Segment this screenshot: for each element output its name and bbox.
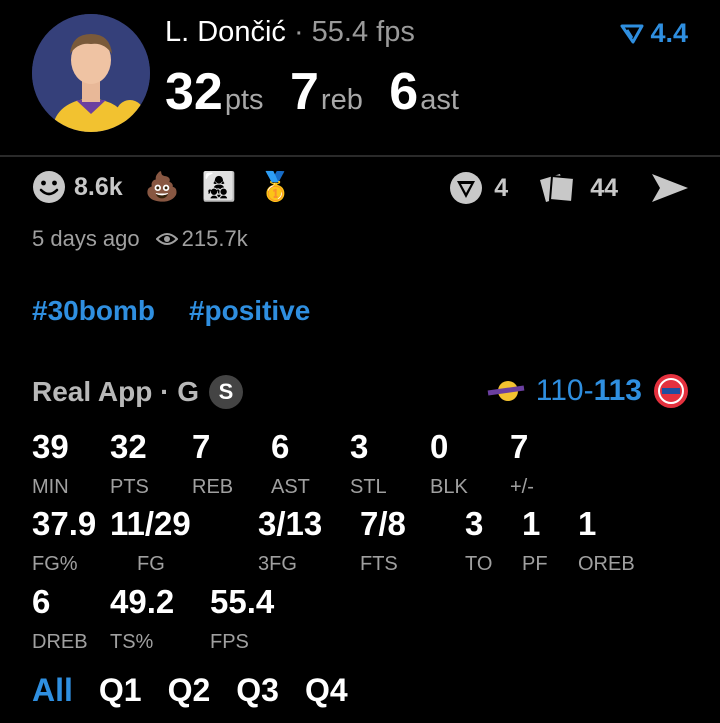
share-send-icon[interactable] [650,172,690,204]
stat-label: PF [522,553,548,575]
reaction-bar: 8.6k 💩 👩‍👧‍👦 🥇 [32,170,293,204]
player-fps: 55.4 fps [311,16,415,48]
comment-v-icon[interactable] [448,170,484,206]
view-count-value: 215.7k [181,226,248,251]
stat-label: TO [465,553,493,575]
card-count: 44 [590,173,618,202]
downvote-arrow-icon [620,24,644,43]
headline-reb-label: reb [320,84,363,116]
player-photo-icon [32,14,150,132]
stat-value: 0 [430,428,449,465]
vote-score[interactable]: 4.4 [620,18,688,49]
title-separator: · [285,16,312,48]
tab-q1[interactable]: Q1 [99,672,142,709]
tab-all[interactable]: All [32,672,73,709]
stat-label: FTS [360,553,398,575]
lakers-logo-icon [487,381,525,401]
score-home: 113 [593,374,642,407]
score-value: 110-113 [536,374,642,408]
pistons-logo-icon [654,374,688,408]
eye-icon [155,233,178,245]
stat-label: OREB [578,553,635,575]
action-bar: 4 44 [448,170,690,206]
player-avatar[interactable] [32,14,150,132]
hashtag-link[interactable]: #positive [189,295,310,327]
stat-label: AST [271,476,310,498]
game-score[interactable]: 110-113 [486,372,690,410]
tab-q3[interactable]: Q3 [236,672,279,709]
headline-stats: 32pts 7reb 6ast [165,62,481,122]
headline-reb: 7 [289,63,319,121]
stat-value: 32 [110,428,147,465]
header-divider [0,155,720,157]
cards-icon[interactable] [536,170,580,206]
stat-label: FG [137,553,165,575]
stat-value: 3 [465,505,484,542]
smile-reaction-button[interactable]: 8.6k [32,170,123,204]
stat-label: DREB [32,631,88,653]
smile-count: 8.6k [74,172,123,201]
stat-value: 39 [32,428,69,465]
game-source: Real App · G S [32,375,243,409]
starter-badge: S [208,375,243,409]
player-title: L. Dončić · 55.4 fps [165,16,415,49]
view-count: 215.7k [155,226,248,252]
stat-value: 11/29 [110,505,191,542]
stat-value: 1 [578,505,597,542]
stat-label: REB [192,476,234,498]
medal-emoji-icon[interactable]: 🥇 [258,173,293,201]
hashtags: #30bomb #positive [32,295,310,327]
family-emoji-icon[interactable]: 👩‍👧‍👦 [202,173,237,201]
tab-q2[interactable]: Q2 [168,672,211,709]
headline-ast-label: ast [420,84,459,116]
smile-icon [33,171,65,203]
stat-value: 6 [32,583,51,620]
stat-value: 3/13 [258,505,323,542]
stat-label: TS% [110,631,154,653]
vote-value: 4.4 [650,18,688,48]
headline-pts-label: pts [224,84,264,116]
hashtag-link[interactable]: #30bomb [32,295,155,327]
headline-ast: 6 [389,63,419,121]
tab-q4[interactable]: Q4 [305,672,348,709]
stat-label: FG% [32,553,78,575]
stat-label: BLK [430,476,468,498]
stat-value: 7 [510,428,529,465]
stat-value: 1 [522,505,541,542]
player-name[interactable]: L. Dončić [165,16,286,48]
quarter-tabs: All Q1 Q2 Q3 Q4 [32,672,348,709]
stat-value: 49.2 [110,583,175,620]
score-away: 110- [535,374,594,407]
stat-value: 6 [271,428,290,465]
stat-value: 7 [192,428,211,465]
stat-value: 37.9 [32,505,97,542]
time-ago: 5 days ago [32,226,140,251]
stat-label: +/- [510,476,534,498]
comment-count: 4 [494,173,509,202]
post-meta: 5 days ago 215.7k [32,226,248,252]
stat-value: 7/8 [360,505,406,542]
stat-value: 55.4 [210,583,275,620]
stat-label: PTS [110,476,149,498]
stat-label: 3FG [258,553,297,575]
stat-label: MIN [32,476,69,498]
stat-label: FPS [210,631,249,653]
headline-pts: 32 [165,63,223,121]
stat-value: 3 [350,428,369,465]
poop-emoji-icon[interactable]: 💩 [145,173,180,201]
stat-label: STL [350,476,387,498]
game-source-label: Real App · G [32,376,199,407]
